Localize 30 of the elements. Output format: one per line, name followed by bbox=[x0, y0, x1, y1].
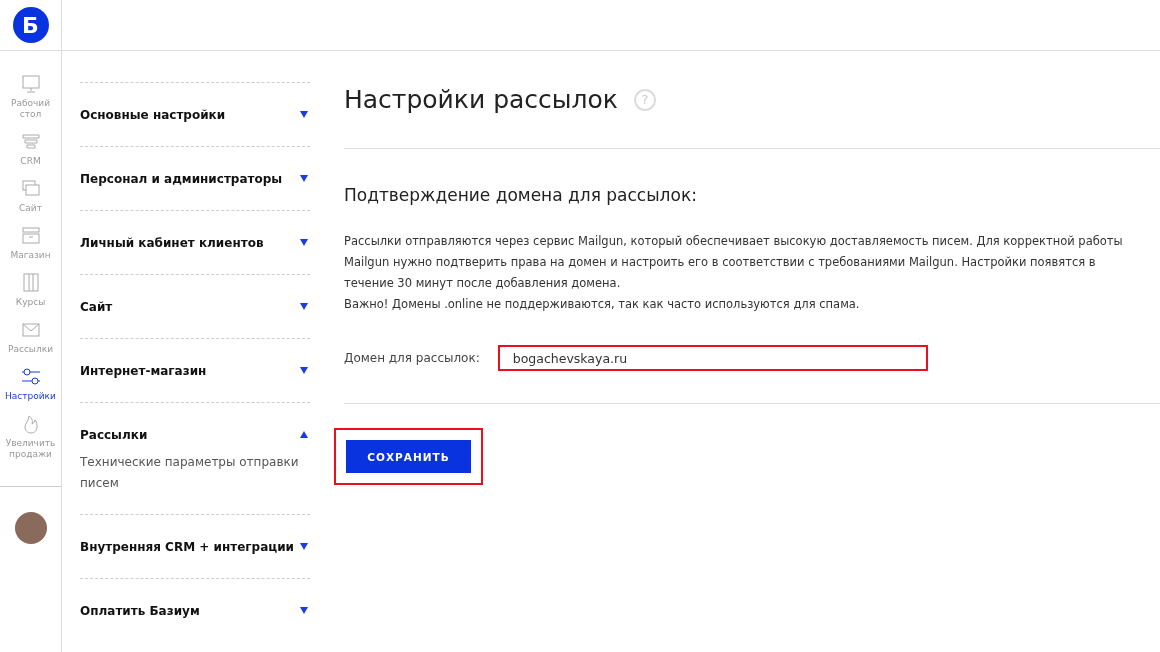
menu-section-title[interactable]: Личный кабинет клиентов bbox=[80, 235, 264, 250]
section-title: Подтверждение домена для рассылок: bbox=[344, 185, 698, 205]
menu-section-title[interactable]: Основные настройки bbox=[80, 107, 226, 122]
page-title: Настройки рассылок bbox=[344, 85, 618, 114]
domain-field[interactable]: bogachevskaya.ru bbox=[497, 345, 928, 371]
sliders-icon bbox=[19, 366, 42, 388]
expand-icon[interactable] bbox=[300, 175, 308, 182]
expand-icon[interactable] bbox=[300, 543, 308, 550]
collapse-icon[interactable] bbox=[300, 431, 308, 438]
expand-icon[interactable] bbox=[300, 607, 308, 614]
menu-item[interactable]: Технические параметры отправки писем bbox=[80, 452, 310, 494]
menu-section-title[interactable]: Персонал и администраторы bbox=[80, 171, 283, 186]
box-icon bbox=[19, 225, 42, 247]
menu-section-title[interactable]: Рассылки bbox=[80, 427, 148, 442]
paragraph: Важно! Домены .online не поддерживаются, так как часто используются для спама. bbox=[344, 296, 861, 313]
sidebar-item[interactable]: Настройки bbox=[0, 366, 61, 402]
menu-section-title[interactable]: Сайт bbox=[80, 299, 113, 314]
paragraph: Рассылки отправляются через сервис Mailgun, который обеспечивает высокую доставляемость писем. Для корректной работы Mailgun нужно подтверить права на домен и настроить его в соответствии с требованиями Mailgun. Настройки появятся в течение 30 минут после добавления домена. bbox=[344, 233, 1124, 292]
field-label: Домен для рассылок: bbox=[344, 351, 480, 365]
save-button[interactable]: СОХРАНИТЬ bbox=[346, 440, 471, 473]
monitor-icon bbox=[19, 73, 42, 95]
expand-icon[interactable] bbox=[300, 303, 308, 310]
avatar[interactable] bbox=[14, 512, 47, 544]
menu-section-title[interactable]: Интернет-магазин bbox=[80, 363, 207, 378]
expand-icon[interactable] bbox=[300, 367, 308, 374]
menu-section-title[interactable]: Оплатить Базиум bbox=[80, 603, 200, 618]
expand-icon[interactable] bbox=[300, 111, 308, 118]
menu-section-title[interactable]: Внутренняя CRM + интеграции bbox=[80, 539, 294, 554]
logo[interactable]: Б bbox=[12, 7, 49, 43]
expand-icon[interactable] bbox=[300, 239, 308, 246]
